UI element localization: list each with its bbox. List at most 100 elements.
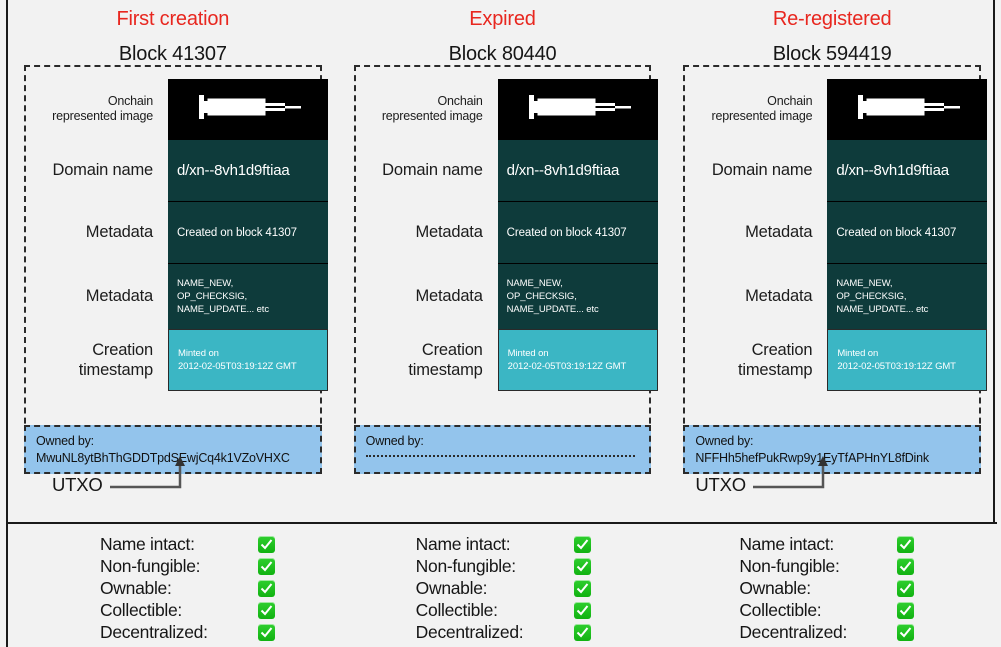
check-icon <box>573 579 591 597</box>
owner-label: Owned by: <box>695 434 754 448</box>
row-label-metadata-1: Metadata <box>85 223 153 241</box>
check-icon <box>897 601 915 619</box>
checklist-label: Name intact: <box>415 534 511 554</box>
checklist-label: Collectible: <box>415 600 498 620</box>
metadata-2-line1: NAME_NEW, <box>506 278 563 289</box>
check-icon <box>573 601 591 619</box>
checklist-label: Decentralized: <box>739 622 848 642</box>
row-label-line1: Creation <box>421 341 483 359</box>
metadata-2-line1: NAME_NEW, <box>177 278 234 289</box>
column-status-label: First creation <box>116 8 230 30</box>
row-label-metadata-2: Metadata <box>415 287 483 305</box>
token-lifecycle-columns: First creation Block 41307 Onchain repre… <box>8 0 997 522</box>
metadata-2-line2: OP_CHECKSIG, <box>177 291 248 302</box>
checklist-item: Collectible: <box>416 599 591 621</box>
row-label-line2: represented image <box>52 109 153 123</box>
checklist-item: Collectible: <box>739 599 915 621</box>
owner-address-blank <box>365 455 636 457</box>
metadata-1-value: Created on block 41307 <box>497 201 658 263</box>
metadata-2-line2: OP_CHECKSIG, <box>836 291 907 302</box>
token-rows: Onchain represented image Domain name d/… <box>26 67 328 425</box>
utxo-label: UTXO <box>695 474 746 495</box>
onchain-image-cell <box>497 79 658 139</box>
domain-name-value: d/xn--8vh1d9ftiaa <box>168 139 328 201</box>
utxo-label: UTXO <box>52 474 103 495</box>
row-onchain-image: Onchain represented image <box>32 79 328 139</box>
checklist-label: Non-fungible: <box>739 556 840 576</box>
row-label-line2: represented image <box>711 109 813 123</box>
row-domain-name: Domain name d/xn--8vh1d9ftiaa <box>362 139 658 201</box>
onchain-image-cell <box>827 79 988 139</box>
column-status-label: Re-registered <box>772 8 892 30</box>
check-icon <box>897 557 915 575</box>
checklist-label: Decentralized: <box>415 622 524 642</box>
column-status-label: Expired <box>469 8 536 30</box>
lifecycle-column-first-creation: First creation Block 41307 Onchain repre… <box>8 0 338 522</box>
checklist-item: Decentralized: <box>100 621 275 643</box>
metadata-2-value: NAME_NEW, OP_CHECKSIG, NAME_UPDATE... et… <box>827 263 988 329</box>
onchain-image-cell <box>168 79 328 139</box>
row-label-line1: Onchain <box>107 94 153 108</box>
row-onchain-image: Onchain represented image <box>691 79 988 139</box>
check-icon <box>258 623 275 641</box>
check-icon <box>258 557 275 575</box>
creation-timestamp-value: Minted on 2012-02-05T03:19:12Z GMT <box>168 329 328 391</box>
check-icon <box>573 623 591 641</box>
owner-label: Owned by: <box>36 434 94 448</box>
owner-strip: Owned by: <box>353 425 652 474</box>
checklist-label: Ownable: <box>100 578 172 598</box>
syringe-icon <box>523 92 633 127</box>
row-label-line1: Creation <box>92 341 153 359</box>
check-icon <box>258 579 275 597</box>
row-label-metadata-2: Metadata <box>745 287 813 305</box>
timestamp-line1: Minted on <box>178 348 219 359</box>
column-block-label: Block 594419 <box>772 43 892 65</box>
row-onchain-image: Onchain represented image <box>362 79 658 139</box>
checklist-item: Ownable: <box>100 577 275 599</box>
row-domain-name: Domain name d/xn--8vh1d9ftiaa <box>32 139 328 201</box>
row-label-metadata-1: Metadata <box>745 223 813 241</box>
timestamp-line2: 2012-02-05T03:19:12Z GMT <box>178 361 297 372</box>
syringe-icon <box>852 92 962 127</box>
column-block-label: Block 80440 <box>448 43 557 65</box>
token-card: Onchain represented image Domain name d/… <box>353 65 658 474</box>
check-icon <box>258 601 275 619</box>
row-metadata-2: Metadata NAME_NEW, OP_CHECKSIG, NAME_UPD… <box>691 263 988 329</box>
checklist-label: Name intact: <box>739 534 834 554</box>
row-creation-timestamp: Creation timestamp Minted on 2012-02-05T… <box>32 329 328 391</box>
checklist-item: Non-fungible: <box>416 555 591 577</box>
row-metadata-2: Metadata NAME_NEW, OP_CHECKSIG, NAME_UPD… <box>362 263 658 329</box>
check-icon <box>573 557 591 575</box>
timestamp-line2: 2012-02-05T03:19:12Z GMT <box>837 361 956 372</box>
creation-timestamp-value: Minted on 2012-02-05T03:19:12Z GMT <box>827 329 988 391</box>
lifecycle-column-expired: Expired Block 80440 Onchain represented … <box>338 0 668 522</box>
row-label-domain-name: Domain name <box>52 161 153 179</box>
row-label-line1: Creation <box>751 341 813 359</box>
row-metadata-2: Metadata NAME_NEW, OP_CHECKSIG, NAME_UPD… <box>32 263 328 329</box>
checklist-item: Decentralized: <box>739 621 915 643</box>
row-label-onchain-image: Onchain represented image <box>691 79 827 139</box>
checklist-item: Ownable: <box>416 577 591 599</box>
row-creation-timestamp: Creation timestamp Minted on 2012-02-05T… <box>691 329 988 391</box>
checklist-item: Non-fungible: <box>739 555 915 577</box>
timestamp-line1: Minted on <box>837 348 879 359</box>
row-label-line2: represented image <box>381 109 483 123</box>
metadata-2-line3: NAME_UPDATE... etc <box>177 304 269 315</box>
row-label-creation-timestamp: Creation timestamp <box>32 329 168 391</box>
row-domain-name: Domain name d/xn--8vh1d9ftiaa <box>691 139 988 201</box>
row-label-onchain-image: Onchain represented image <box>362 79 498 139</box>
checklist-column-first-creation: Name intact: Non-fungible: Ownable: Coll… <box>8 524 338 647</box>
checklist-label: Ownable: <box>739 578 811 598</box>
utxo-callout: UTXO <box>52 455 252 505</box>
row-label-line1: Onchain <box>437 94 483 108</box>
check-icon <box>897 535 915 553</box>
metadata-2-value: NAME_NEW, OP_CHECKSIG, NAME_UPDATE... et… <box>497 263 658 329</box>
row-label-creation-timestamp: Creation timestamp <box>691 329 827 391</box>
utxo-arrow-icon <box>753 456 829 489</box>
check-icon <box>573 535 591 553</box>
checklist-label: Collectible: <box>739 600 822 620</box>
diagram-frame: First creation Block 41307 Onchain repre… <box>6 0 997 647</box>
checklist-label: Non-fungible: <box>100 556 201 576</box>
row-metadata-1: Metadata Created on block 41307 <box>691 201 988 263</box>
checklist-item: Name intact: <box>416 533 591 555</box>
